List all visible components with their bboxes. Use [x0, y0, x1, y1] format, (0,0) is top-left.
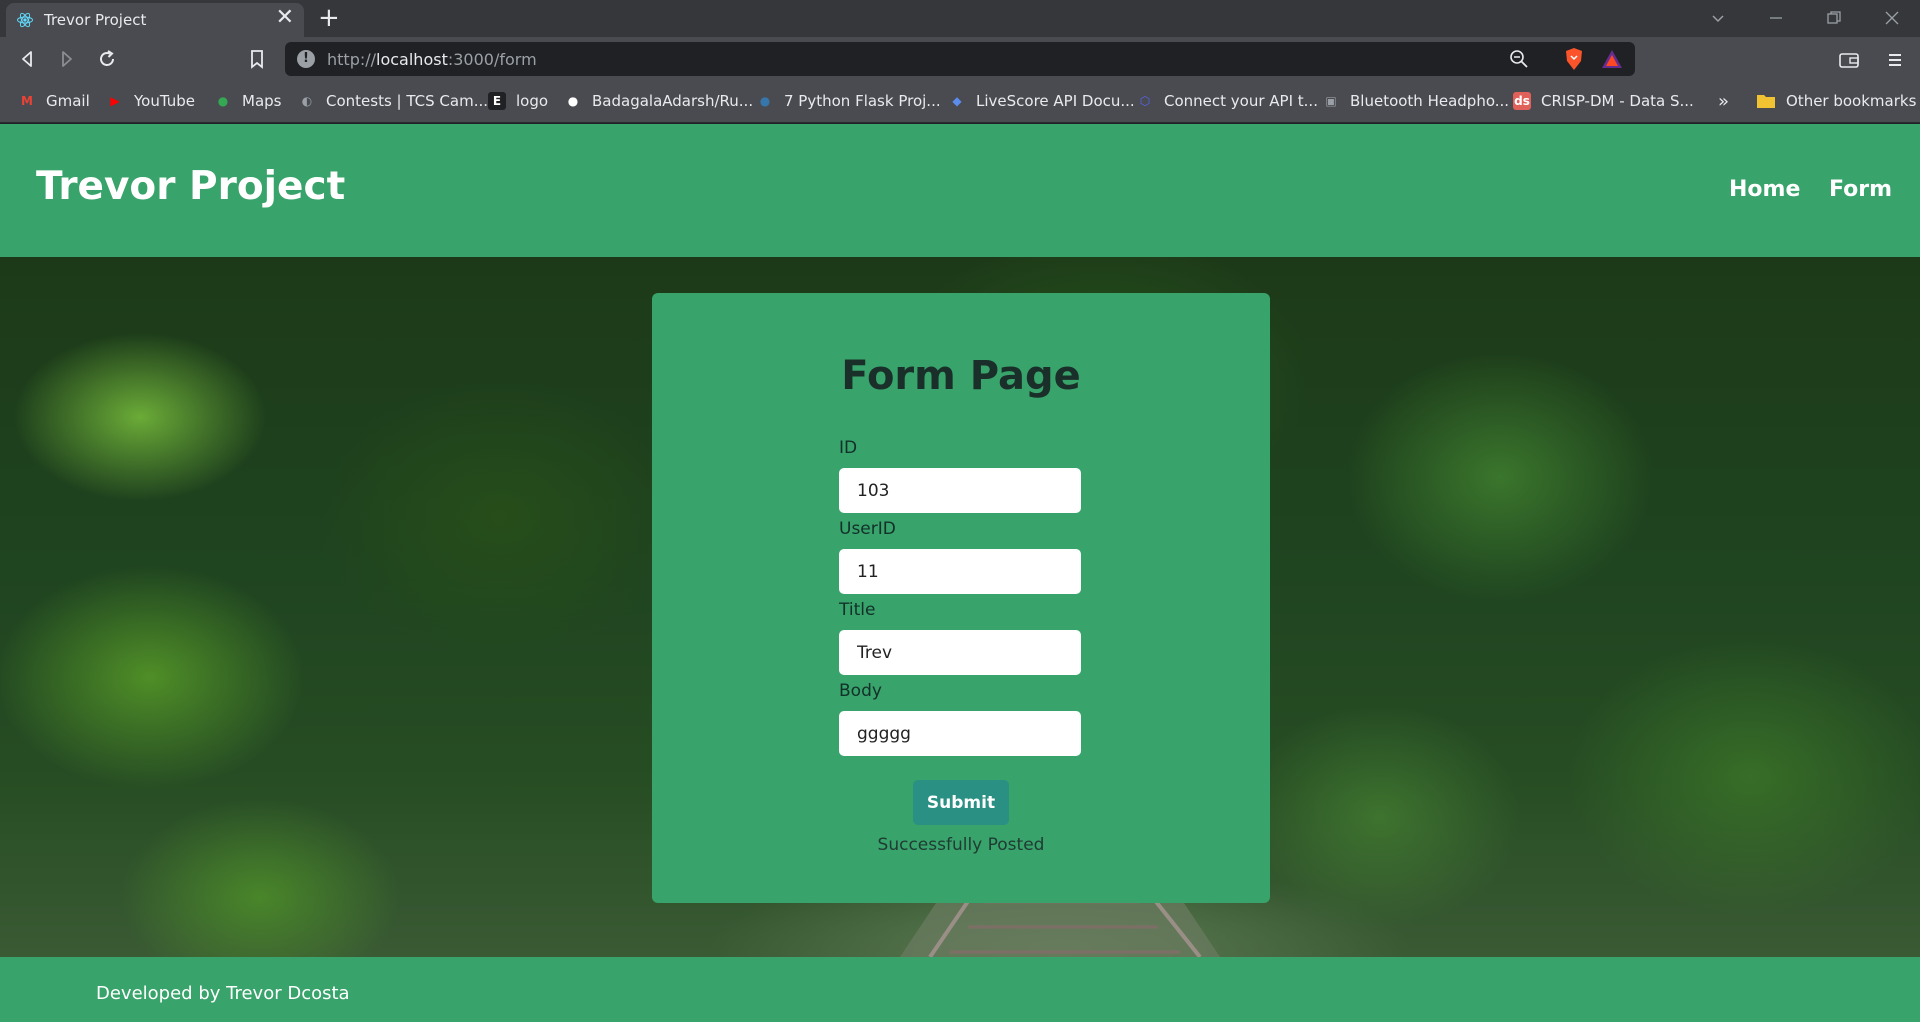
id-label: ID	[839, 438, 858, 458]
url-path: :3000/form	[447, 50, 537, 69]
restore-icon[interactable]	[1826, 10, 1842, 26]
userid-label: UserID	[839, 519, 896, 539]
nav-form-link[interactable]: Form	[1829, 177, 1892, 202]
bookmark-item[interactable]: ds CRISP-DM - Data S...	[1513, 82, 1694, 120]
userid-input[interactable]	[839, 549, 1081, 594]
bookmark-item[interactable]: ▶ YouTube	[106, 82, 195, 120]
status-message: Successfully Posted	[877, 835, 1045, 855]
youtube-icon: ▶	[110, 94, 120, 108]
new-tab-button[interactable]: +	[318, 3, 340, 33]
url-text[interactable]: http://localhost:3000/form	[327, 50, 537, 69]
minimize-icon[interactable]	[1768, 10, 1784, 26]
site-brand[interactable]: Trevor Project	[36, 164, 345, 209]
bookmark-label: Contests | TCS Cam...	[326, 92, 488, 110]
bookmarks-overflow-button[interactable]: »	[1718, 82, 1729, 120]
form-card: Form Page ID UserID Title Body Submit Su…	[652, 293, 1270, 903]
bookmark-label: 7 Python Flask Proj...	[784, 92, 941, 110]
github-icon: ●	[567, 94, 579, 108]
bookmark-label: logo	[516, 92, 549, 110]
back-icon[interactable]	[14, 46, 40, 72]
url-scheme: http://	[327, 50, 377, 69]
other-bookmarks-label: Other bookmarks	[1786, 92, 1917, 110]
bookmark-item[interactable]: ● BadagalaAdarsh/Ru...	[564, 82, 753, 120]
bookmark-label: Maps	[242, 92, 282, 110]
reload-icon[interactable]	[94, 46, 120, 72]
maps-icon: ●	[217, 94, 229, 108]
bookmark-label: BadagalaAdarsh/Ru...	[592, 92, 754, 110]
bookmark-label: Connect your API t...	[1164, 92, 1318, 110]
livescore-icon: ◆	[952, 94, 962, 108]
menu-icon[interactable]	[1882, 47, 1908, 73]
body-input[interactable]	[839, 711, 1081, 756]
ds-icon: ds	[1513, 92, 1531, 110]
bookmark-item[interactable]: Elogo	[488, 82, 548, 120]
bookmark-label: CRISP-DM - Data S...	[1541, 92, 1694, 110]
title-input[interactable]	[839, 630, 1081, 675]
react-icon	[17, 12, 33, 28]
id-input[interactable]	[839, 468, 1081, 513]
title-label: Title	[839, 600, 876, 620]
forest-background: Form Page ID UserID Title Body Submit Su…	[0, 257, 1920, 957]
browser-toolbar: ! http://localhost:3000/form	[0, 37, 1920, 82]
bookmark-icon[interactable]	[244, 46, 270, 72]
bookmark-item[interactable]: ● Maps	[214, 82, 282, 120]
site-header: Trevor Project Home Form	[0, 124, 1920, 257]
other-bookmarks[interactable]: Other bookmarks	[1756, 82, 1916, 120]
folder-icon	[1757, 95, 1775, 108]
body-label: Body	[839, 681, 882, 701]
url-host: localhost	[376, 50, 448, 69]
bookmark-item[interactable]: ● 7 Python Flask Proj...	[756, 82, 941, 120]
zoom-icon[interactable]	[1508, 48, 1530, 70]
footer-text: Developed by Trevor Dcosta	[96, 983, 350, 1004]
nav-home-link[interactable]: Home	[1729, 177, 1800, 202]
submit-button[interactable]: Submit	[913, 780, 1009, 825]
brave-rewards-icon[interactable]	[1601, 49, 1623, 69]
bookmarks-bar: M Gmail ▶ YouTube ● Maps ◐ Contests | TCS Cam..…	[0, 82, 1920, 123]
python-icon: ●	[759, 94, 771, 108]
bookmark-item[interactable]: M Gmail	[18, 82, 90, 120]
globe-icon: ◐	[301, 94, 313, 108]
bookmark-item[interactable]: ⬡ Connect your API t...	[1136, 82, 1318, 120]
browser-tab[interactable]: Trevor Project ✕	[6, 3, 304, 37]
tab-strip: Trevor Project ✕ +	[0, 0, 1920, 37]
site-info-icon[interactable]: !	[297, 50, 315, 68]
gmail-icon: M	[21, 94, 33, 108]
forward-icon[interactable]	[54, 46, 80, 72]
bookmark-item[interactable]: ▣ Bluetooth Headpho...	[1322, 82, 1509, 120]
brave-shields-icon[interactable]	[1563, 47, 1585, 71]
tab-title: Trevor Project	[44, 11, 147, 29]
wallet-icon[interactable]	[1836, 47, 1862, 73]
bookmark-label: YouTube	[134, 92, 195, 110]
tab-search-icon[interactable]	[1710, 10, 1726, 26]
close-tab-icon[interactable]: ✕	[276, 7, 294, 29]
bookmark-label: Bluetooth Headpho...	[1350, 92, 1510, 110]
bookmark-item[interactable]: ◆ LiveScore API Docu...	[948, 82, 1135, 120]
store-icon: ▣	[1325, 94, 1337, 108]
address-bar[interactable]: ! http://localhost:3000/form	[285, 42, 1635, 76]
e-logo-icon: E	[488, 92, 506, 110]
bookmark-item[interactable]: ◐ Contests | TCS Cam...	[298, 82, 488, 120]
site-footer: Developed by Trevor Dcosta	[0, 957, 1920, 1022]
hexagon-icon: ⬡	[1139, 94, 1151, 108]
close-window-icon[interactable]	[1884, 10, 1900, 26]
form-title: Form Page	[841, 353, 1081, 399]
bookmark-label: Gmail	[46, 92, 90, 110]
web-page: Trevor Project Home Form Form Page ID Us…	[0, 124, 1920, 1022]
bookmark-label: LiveScore API Docu...	[976, 92, 1135, 110]
